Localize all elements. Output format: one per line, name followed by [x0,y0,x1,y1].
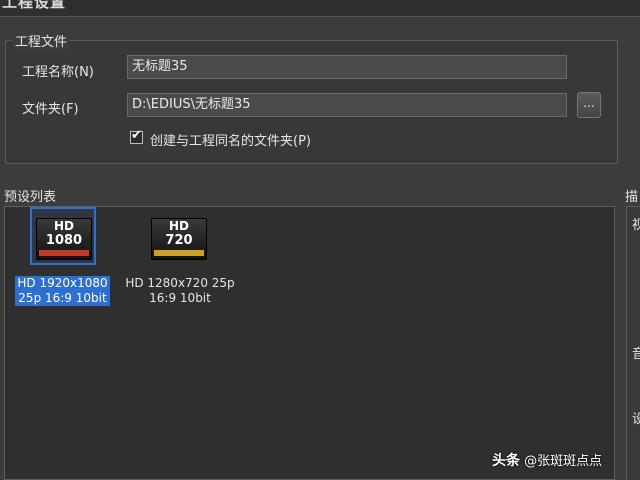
project-name-label: 工程名称(N) [22,65,94,80]
preset-icon-color-bar [39,250,89,256]
folder-label: 文件夹(F) [22,102,79,117]
project-name-input[interactable]: 无标题35 [127,55,567,79]
preset-icon-resolution-text: 1080 [45,233,83,248]
hd720-preset-icon: HD 720 [151,218,207,260]
watermark-brand: 头条 [492,453,520,469]
preset-caption: HD 1280x720 25p 16:9 10bit [118,276,242,306]
description-item-audio: 音 [632,347,640,362]
create-folder-checkbox-label[interactable]: 创建与工程同名的文件夹(P) [150,130,311,149]
watermark: 头条 @张斑斑点点 [492,450,602,470]
hd1080-preset-icon: HD 1080 [36,218,92,260]
project-file-group-legend: 工程文件 [12,31,71,50]
preset-caption: HD 1920x1080 25p 16:9 10bit [15,276,110,306]
preset-caption-line2: 16:9 10bit [149,291,211,305]
description-panel-label: 描 [625,190,639,205]
preset-icon-hd-text: HD [53,219,74,233]
preset-icon-resolution-text: 720 [165,233,193,248]
watermark-handle: @张斑斑点点 [524,454,603,469]
preset-caption-line2: 25p 16:9 10bit [18,291,107,305]
window-title: 工程设置 [2,0,67,11]
folder-path-input[interactable]: D:\EDIUS\无标题35 [127,93,567,117]
preset-list-label: 预设列表 [4,190,57,205]
preset-icon-hd-text: HD [168,219,189,233]
browse-folder-button[interactable]: ... [577,92,601,118]
checkmark-icon: ✔ [131,128,142,143]
window-title-bar: 工程设置 [0,0,640,17]
create-folder-checkbox[interactable]: ✔ [130,128,143,144]
description-item-video: 视 [632,218,640,233]
preset-icon-color-bar [154,250,204,256]
preset-caption-line1: HD 1920x1080 [17,276,108,290]
preset-caption-line1: HD 1280x720 25p [125,276,235,290]
description-item-settings: 设 [632,412,640,427]
